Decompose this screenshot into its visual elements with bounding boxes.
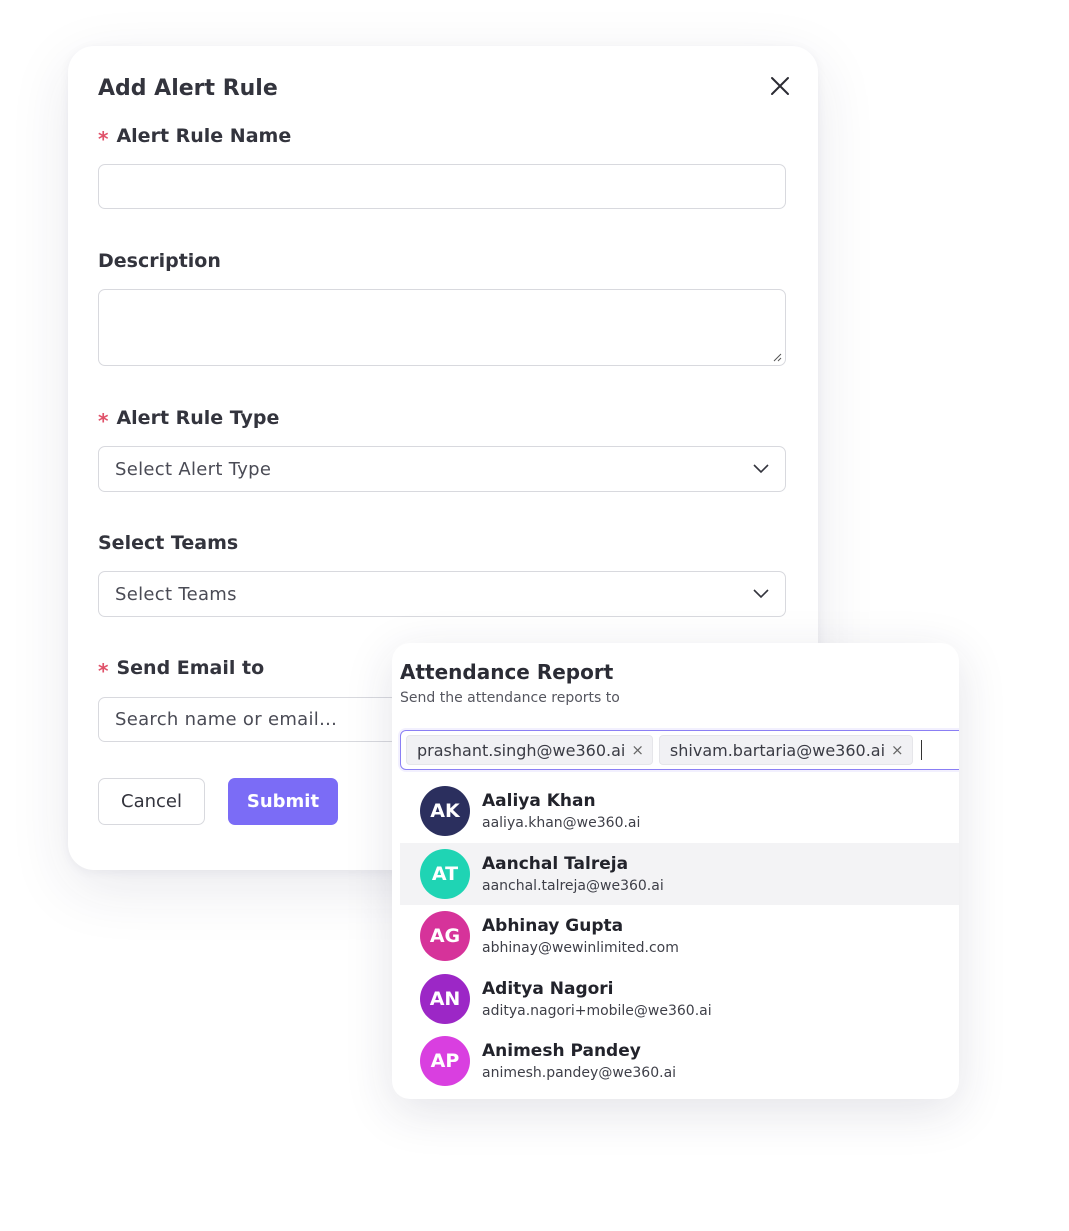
user-name: Abhinay Gupta <box>482 916 624 937</box>
user-email: aditya.nagori+mobile@we360.ai <box>482 1002 712 1019</box>
recipient-tag: shivam.bartaria@we360.ai × <box>658 735 913 765</box>
modal-title: Add Alert Rule <box>98 76 278 101</box>
recipient-tag: prashant.singh@we360.ai × <box>406 735 653 765</box>
user-email: abhinay@wewinlimited.com <box>482 940 679 957</box>
list-item[interactable]: AG Abhinay Gupta abhinay@wewinlimited.co… <box>400 905 959 968</box>
teams-placeholder: Select Teams <box>115 583 237 605</box>
remove-tag-icon[interactable]: × <box>891 742 904 758</box>
send-email-label: * Send Email to <box>98 657 265 683</box>
avatar: AG <box>420 911 470 962</box>
remove-tag-icon[interactable]: × <box>631 742 644 758</box>
user-name: Aditya Nagori <box>482 978 614 999</box>
submit-button[interactable]: Submit <box>228 778 338 825</box>
list-item[interactable]: AN Aditya Nagori aditya.nagori+mobile@we… <box>400 968 959 1031</box>
avatar: AT <box>420 848 470 899</box>
avatar: AN <box>420 973 470 1024</box>
user-name: Aanchal Talreja <box>482 853 629 874</box>
required-asterisk: * <box>98 409 109 433</box>
description-field[interactable] <box>98 289 786 366</box>
recipient-tag-input[interactable]: prashant.singh@we360.ai × shivam.bartari… <box>400 730 959 770</box>
avatar: AK <box>420 786 470 837</box>
teams-select[interactable]: Select Teams <box>98 571 786 617</box>
attendance-subtitle: Send the attendance reports to <box>400 690 620 706</box>
text-cursor <box>920 740 922 760</box>
cancel-button[interactable]: Cancel <box>98 778 205 825</box>
user-email: aaliya.khan@we360.ai <box>482 815 641 832</box>
alert-rule-type-label: * Alert Rule Type <box>98 407 280 433</box>
alert-rule-name-input[interactable] <box>99 165 785 208</box>
user-name: Animesh Pandey <box>482 1041 641 1062</box>
resize-handle-icon[interactable] <box>772 352 782 362</box>
attendance-report-card: Attendance Report Send the attendance re… <box>392 643 959 1099</box>
required-asterisk: * <box>98 127 109 151</box>
list-item[interactable]: AP Animesh Pandey animesh.pandey@we360.a… <box>400 1030 959 1093</box>
alert-type-select[interactable]: Select Alert Type <box>98 446 786 492</box>
alert-rule-name-label: * Alert Rule Name <box>98 125 292 151</box>
description-label: Description <box>98 250 221 272</box>
chevron-down-icon <box>753 589 769 599</box>
alert-type-placeholder: Select Alert Type <box>115 458 272 480</box>
select-teams-label: Select Teams <box>98 532 239 554</box>
close-icon[interactable] <box>768 74 792 98</box>
attendance-title: Attendance Report <box>400 660 614 684</box>
user-email: aanchal.talreja@we360.ai <box>482 877 664 894</box>
avatar: AP <box>420 1036 470 1087</box>
list-item[interactable]: AT Aanchal Talreja aanchal.talreja@we360… <box>400 842 959 905</box>
description-textarea[interactable] <box>99 290 785 365</box>
chevron-down-icon <box>753 464 769 474</box>
user-name: Aaliya Khan <box>482 791 596 812</box>
list-item[interactable]: AK Aaliya Khan aaliya.khan@we360.ai <box>400 780 959 843</box>
user-email: animesh.pandey@we360.ai <box>482 1065 677 1082</box>
required-asterisk: * <box>98 659 109 683</box>
user-suggestion-list: AK Aaliya Khan aaliya.khan@we360.ai AT A… <box>400 780 959 1093</box>
alert-rule-name-field[interactable] <box>98 164 786 209</box>
email-search-input[interactable]: Search name or email... <box>98 697 398 742</box>
